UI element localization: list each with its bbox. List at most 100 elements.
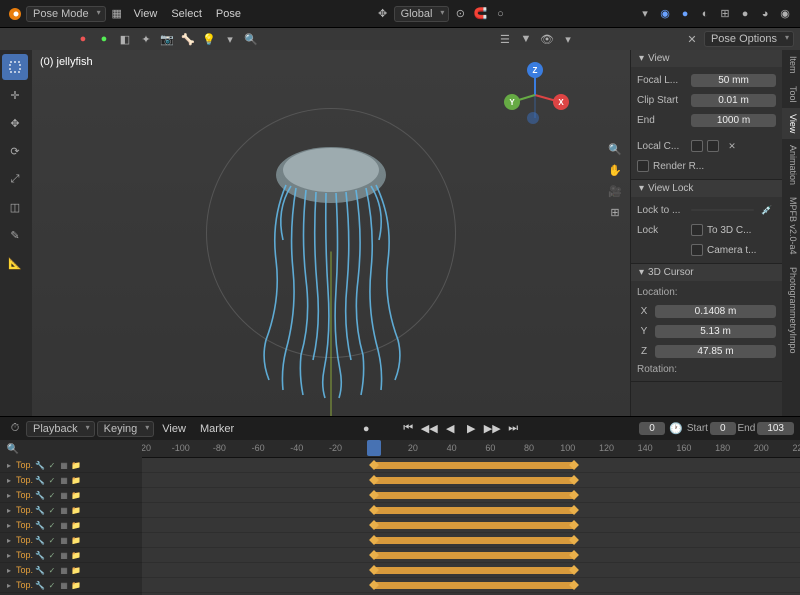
transform-tool[interactable]: ◫ [2,194,28,220]
tab-view[interactable]: View [782,108,800,139]
mute-icon[interactable]: ✓ [47,490,57,500]
lock-icon[interactable]: ▦ [59,550,69,560]
mute-icon[interactable]: ✓ [47,460,57,470]
modifier-icon[interactable]: 📁 [71,475,81,485]
autokey-icon[interactable]: ● [356,420,376,438]
overlay-dropdown-icon[interactable]: ▾ [636,5,654,23]
tab-item[interactable]: Item [782,50,800,80]
channel-row[interactable]: ▸Top.🔧✓▦📁 [0,458,142,473]
mute-icon[interactable]: ✓ [47,505,57,515]
disclosure-icon[interactable]: ▸ [4,505,14,515]
modifier-icon[interactable]: 📁 [71,505,81,515]
gizmo-y-axis[interactable]: Y [504,94,520,110]
mute-icon[interactable]: ✓ [47,520,57,530]
clipend-value[interactable]: 1000 m [691,114,776,127]
keyframe-next-icon[interactable]: ▶▶ [482,420,502,438]
mute-icon[interactable]: ✓ [47,550,57,560]
zoom-icon[interactable]: 🔍 [606,140,624,158]
lock-icon[interactable]: ▦ [59,505,69,515]
collection-icon[interactable]: ☰ [496,30,514,48]
disclosure-icon[interactable]: ▸ [4,550,14,560]
orientation-dropdown[interactable]: Global [394,6,450,22]
modifier-icon[interactable]: 📁 [71,550,81,560]
lock-icon[interactable]: ▦ [59,460,69,470]
channel-row[interactable]: ▸Top.🔧✓▦📁 [0,488,142,503]
xray-icon[interactable]: ◐ [696,5,714,23]
wrench-icon[interactable]: 🔧 [35,565,45,575]
local-camera-2[interactable] [707,140,719,152]
wrench-icon[interactable]: 🔧 [35,550,45,560]
gizmo-neg-z-axis[interactable] [527,112,539,124]
dope-row[interactable] [142,563,800,578]
measure-tool[interactable]: 📐 [2,250,28,276]
wrench-icon[interactable]: 🔧 [35,505,45,515]
camera-icon[interactable]: 📷 [158,30,176,48]
keying-menu[interactable]: Keying [97,421,155,437]
tab-photogrammetry[interactable]: PhotogrammetryImpo [782,261,800,360]
play-reverse-icon[interactable]: ◀ [440,420,460,438]
keyframe-range[interactable] [374,492,573,499]
disclosure-icon[interactable]: ▸ [4,460,14,470]
orientation-icon[interactable]: ✥ [374,5,392,23]
shading-solid-icon[interactable]: ● [736,5,754,23]
wrench-icon[interactable]: 🔧 [35,475,45,485]
filter-icon[interactable]: ▼ [517,30,535,48]
cursor-z-value[interactable]: 47.85 m [655,345,776,358]
channel-row[interactable]: ▸Top.🔧✓▦📁 [0,503,142,518]
mute-icon[interactable]: ✓ [47,580,57,590]
keyframe-range[interactable] [374,507,573,514]
tab-tool[interactable]: Tool [782,80,800,109]
keyframe-range[interactable] [374,582,573,589]
solid-shading-icon[interactable]: ● [676,5,694,23]
channel-search-icon[interactable]: 🔍 [4,440,22,458]
mute-icon[interactable]: ✓ [47,535,57,545]
selectable-icon[interactable]: ▾ [559,30,577,48]
visibility-icon[interactable]: 👁 [538,30,556,48]
viewlock-panel-header[interactable]: ▾ View Lock [631,180,782,197]
close-panel-icon[interactable]: ✕ [683,30,701,48]
local-camera-picker-icon[interactable]: ✕ [723,137,741,155]
gizmo-x-axis[interactable]: X [553,94,569,110]
dope-row[interactable] [142,548,800,563]
disclosure-icon[interactable]: ▸ [4,475,14,485]
wrench-icon[interactable]: 🔧 [35,580,45,590]
dope-row[interactable] [142,458,800,473]
render-region-check[interactable] [637,160,649,172]
to3d-check[interactable] [691,224,703,236]
pan-icon[interactable]: ✋ [606,161,624,179]
cursor-tool[interactable]: ✛ [2,82,28,108]
channel-row[interactable]: ▸Top.🔧✓▦📁 [0,473,142,488]
cursor-panel-header[interactable]: ▾ 3D Cursor [631,264,782,281]
shading-matcap-icon[interactable]: ◕ [756,5,774,23]
dope-row[interactable] [142,503,800,518]
lock-icon[interactable]: ▦ [59,520,69,530]
lock-icon[interactable]: ▦ [59,565,69,575]
gizmo-z-axis[interactable]: Z [527,62,543,78]
tab-animation[interactable]: Animation [782,139,800,191]
wireframe-shading-icon[interactable]: ◉ [656,5,674,23]
jump-end-icon[interactable]: ⏭ [503,420,523,438]
disclosure-icon[interactable]: ▸ [4,565,14,575]
wrench-icon[interactable]: 🔧 [35,490,45,500]
view-panel-header[interactable]: ▾ View [631,50,782,67]
clipstart-value[interactable]: 0.01 m [691,94,776,107]
modifier-icon[interactable]: 📁 [71,520,81,530]
search-icon[interactable]: 🔍 [242,30,260,48]
tab-mpfb[interactable]: MPFB v2.0-a4 [782,191,800,261]
current-frame[interactable]: 0 [639,422,665,435]
dope-row[interactable] [142,518,800,533]
lockto-value[interactable] [691,209,754,211]
wrench-icon[interactable]: 🔧 [35,460,45,470]
grid-icon[interactable]: ▦ [108,5,126,23]
dope-row[interactable] [142,533,800,548]
scale-tool[interactable]: ⤢ [2,166,28,192]
wrench-icon[interactable]: 🔧 [35,520,45,530]
channel-row[interactable]: ▸Top.🔧✓▦📁 [0,563,142,578]
modifier-icon[interactable]: 📁 [71,565,81,575]
channel-row[interactable]: ▸Top.🔧✓▦📁 [0,518,142,533]
eyedropper-icon[interactable]: 💉 [758,201,776,219]
perspective-icon[interactable]: ⊞ [606,203,624,221]
snap-icon[interactable]: 🧲 [471,5,489,23]
focal-value[interactable]: 50 mm [691,74,776,87]
keyframe-range[interactable] [374,552,573,559]
